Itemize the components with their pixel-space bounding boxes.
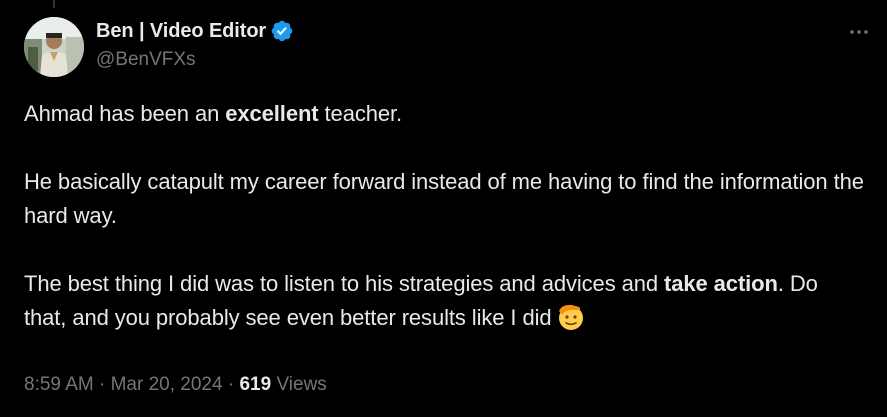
saluting-face-emoji-icon <box>556 302 586 332</box>
tweet-paragraph-2: He basically catapult my career forward … <box>24 165 864 233</box>
meta-separator: · <box>222 374 240 395</box>
name-row: Ben | Video Editor <box>96 18 294 44</box>
avatar-photo-icon <box>24 17 84 77</box>
tweet-text-span: The best thing I did was to listen to hi… <box>24 271 665 296</box>
tweet-header: Ben | Video Editor @BenVFXs <box>96 18 294 71</box>
avatar[interactable] <box>24 17 84 77</box>
tweet-text-span: He basically catapult my career forward … <box>24 169 864 228</box>
views-count: 619 <box>239 374 272 395</box>
tweet-text: Ahmad has been an excellent teacher. He … <box>24 97 864 335</box>
tweet-bold-span: take action <box>664 271 778 296</box>
views-label: Views <box>271 374 327 395</box>
tweet-paragraph-1: Ahmad has been an excellent teacher. <box>24 97 864 131</box>
thread-connector-line <box>53 0 55 8</box>
tweet-paragraph-3: The best thing I did was to listen to hi… <box>24 267 864 335</box>
tweet-metadata: 8:59 AM · Mar 20, 2024 · 619 Views <box>24 374 327 396</box>
author-display-name[interactable]: Ben | Video Editor <box>96 20 266 43</box>
tweet-bold-span: excellent <box>225 101 319 126</box>
tweet-time[interactable]: 8:59 AM <box>24 374 94 395</box>
more-dots-icon <box>850 30 868 34</box>
tweet-date[interactable]: Mar 20, 2024 <box>111 374 223 395</box>
tweet-text-span: teacher. <box>318 101 403 126</box>
verified-badge-icon[interactable] <box>270 19 294 43</box>
tweet-text-span: Ahmad has been an <box>24 101 226 126</box>
more-options-button[interactable] <box>845 18 873 46</box>
author-handle[interactable]: @BenVFXs <box>96 49 294 71</box>
meta-separator: · <box>93 374 111 395</box>
